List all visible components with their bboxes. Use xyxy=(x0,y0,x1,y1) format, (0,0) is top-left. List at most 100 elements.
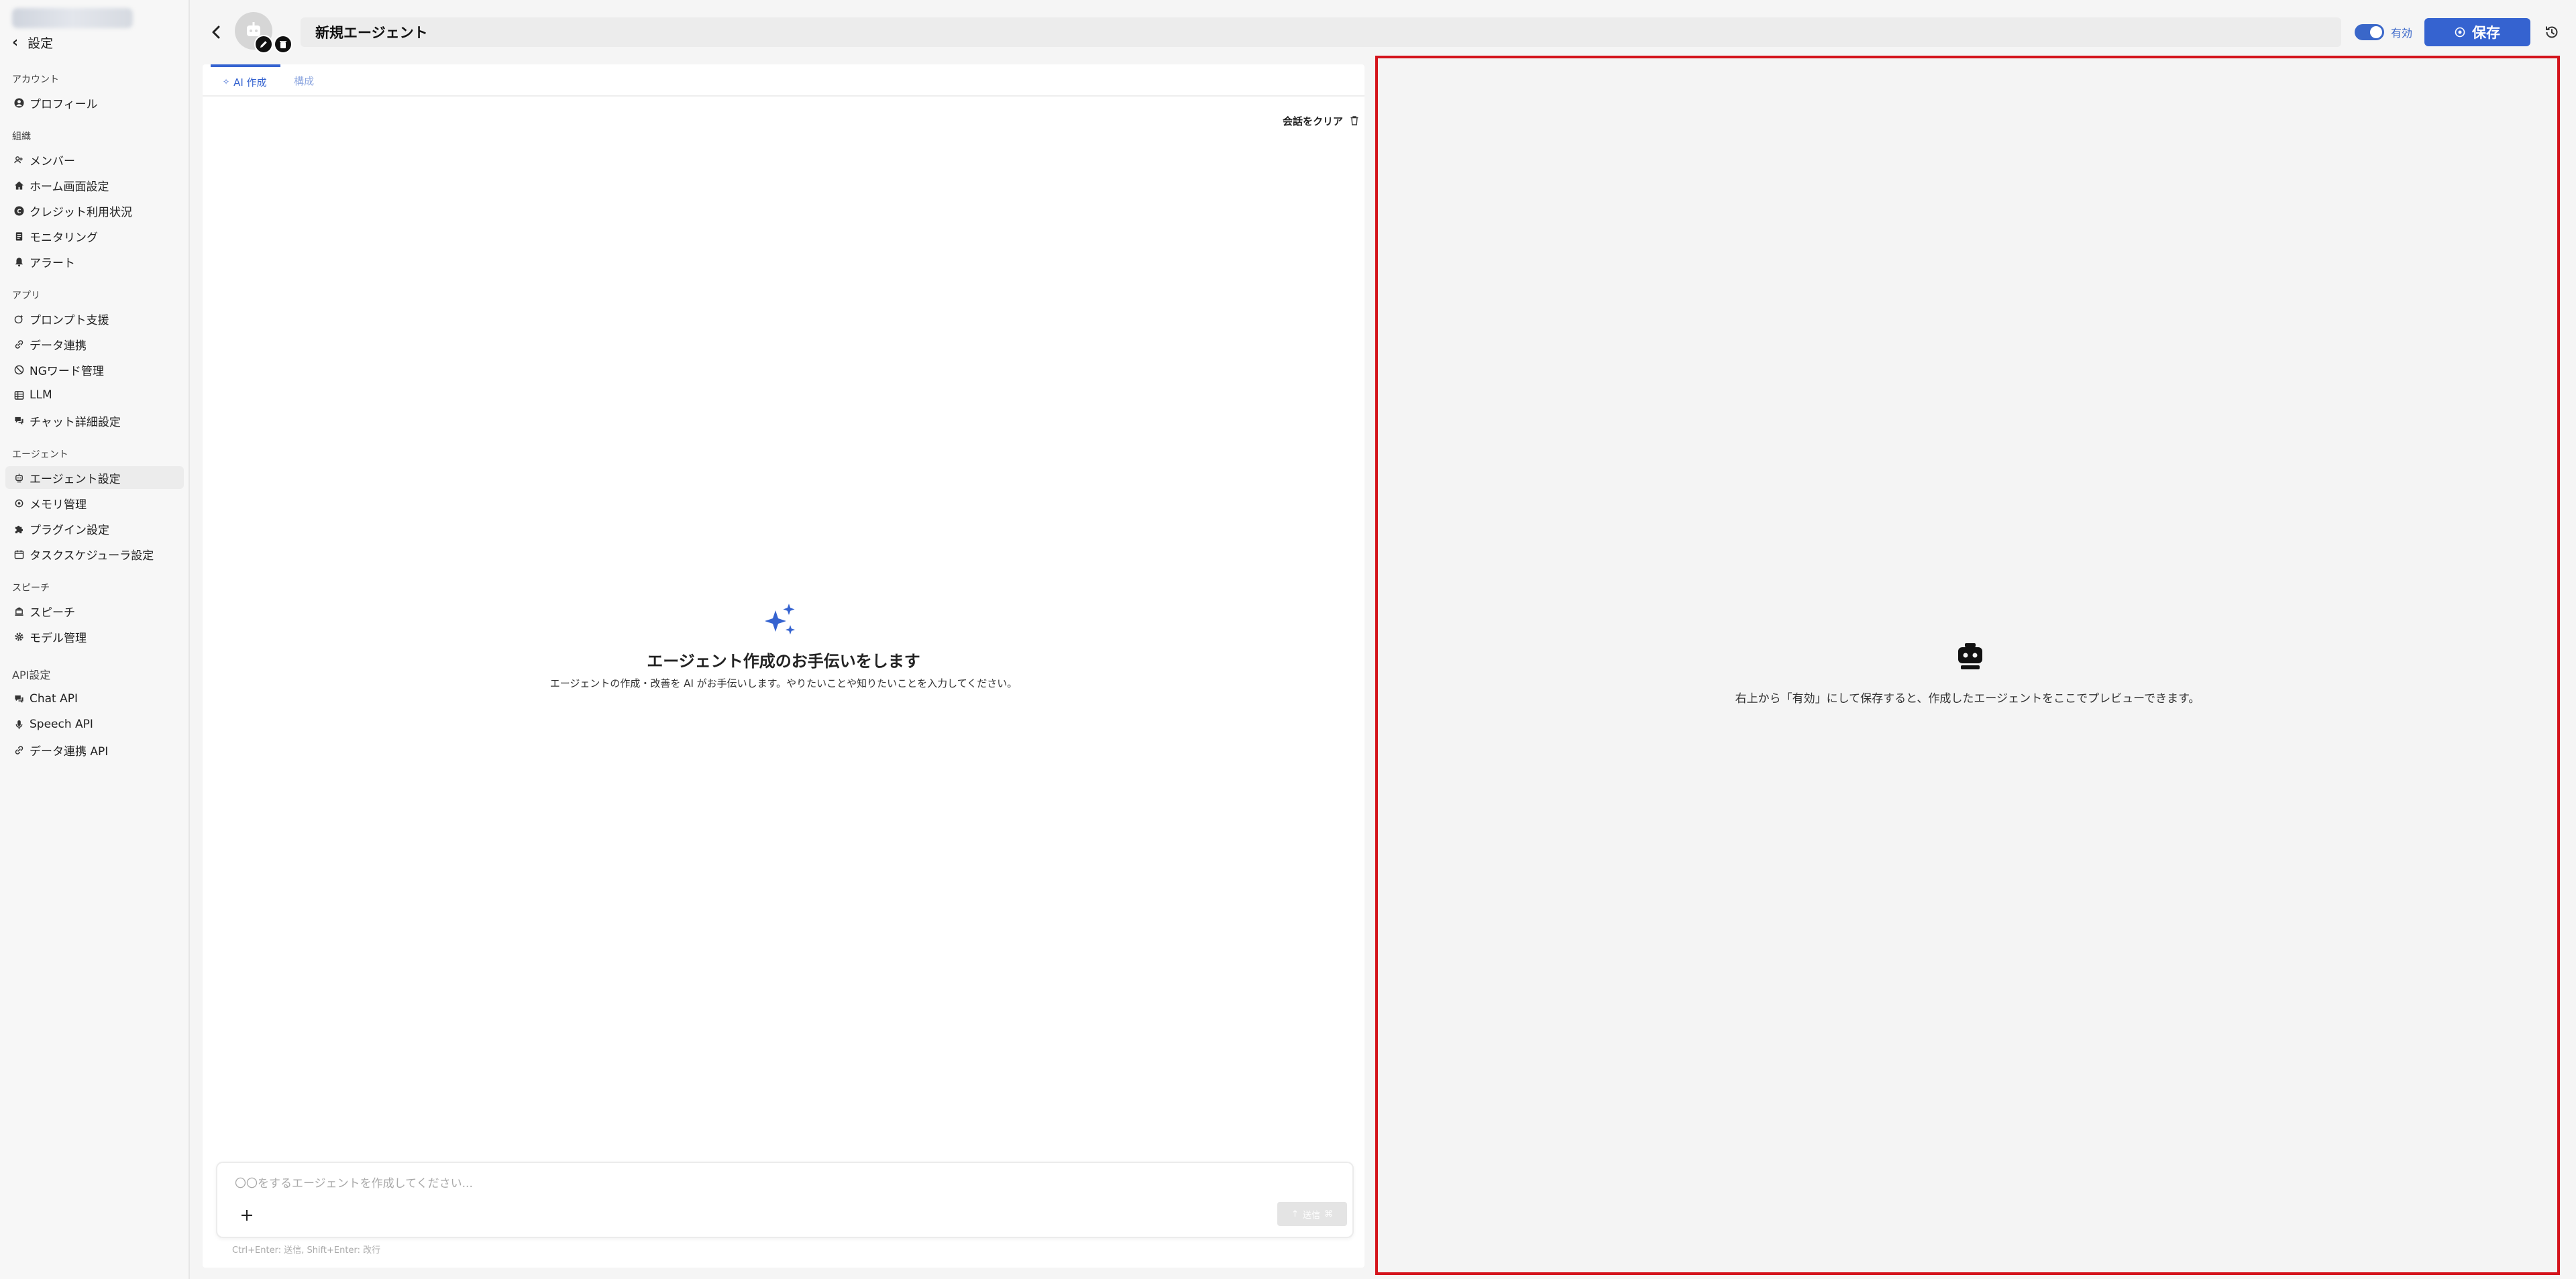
sidebar-item-chat-api[interactable]: Chat API xyxy=(5,687,184,710)
tab-ai-create[interactable]: ✧ AI 作成 xyxy=(211,64,280,97)
arrow-up-icon: ↑ xyxy=(1291,1209,1299,1219)
home-icon xyxy=(13,180,24,190)
section-api: API設定 xyxy=(12,669,51,681)
sidebar-item-data-link[interactable]: データ連携 xyxy=(5,333,184,355)
robot-icon xyxy=(13,472,24,483)
sidebar-item-label: LLM xyxy=(30,388,52,402)
sidebar-item-agent-settings[interactable]: エージェント設定 xyxy=(5,466,184,489)
keyboard-shortcut-icon: ⌘ xyxy=(1324,1209,1333,1219)
wand-sparkle-icon xyxy=(13,313,24,324)
chat-bubbles-icon xyxy=(13,415,24,426)
sidebar-item-credit-usage[interactable]: C クレジット利用状況 xyxy=(5,199,184,222)
trash-icon xyxy=(280,41,286,48)
section-app: アプリ xyxy=(12,290,40,301)
ai-create-panel: ✧ AI 作成 構成 会話をクリア エージェント作成のお手伝いをします エージェ… xyxy=(203,64,1364,1268)
sidebar-item-members[interactable]: メンバー xyxy=(5,148,184,171)
sidebar-item-label: Chat API xyxy=(30,692,78,706)
send-button[interactable]: ↑ 送信 ⌘ xyxy=(1277,1202,1347,1226)
user-circle-icon xyxy=(13,97,24,108)
preview-panel: 右上から「有効」にして保存すると、作成したエージェントをここでプレビューできます… xyxy=(1375,56,2560,1275)
history-icon xyxy=(2546,26,2558,38)
sidebar-item-model[interactable]: モデル管理 xyxy=(5,625,184,648)
settings-title: 設定 xyxy=(28,36,54,51)
sidebar-item-label: メンバー xyxy=(30,154,75,168)
sidebar-item-data-link-api[interactable]: データ連携 API xyxy=(5,738,184,761)
sidebar-item-ngword[interactable]: NGワード管理 xyxy=(5,358,184,381)
organization-name-blurred xyxy=(12,8,133,28)
section-agent: エージェント xyxy=(12,449,68,460)
sparkles-icon xyxy=(765,604,795,634)
link-icon xyxy=(13,339,24,349)
preview-empty-message: 右上から「有効」にして保存すると、作成したエージェントをここでプレビューできます… xyxy=(1735,692,2200,706)
chat-input[interactable] xyxy=(233,1174,1309,1194)
gear-icon xyxy=(13,631,24,642)
tab-label: AI 作成 xyxy=(233,76,267,89)
send-button-label: 送信 xyxy=(1302,1210,1320,1221)
chevron-left-icon: ‹ xyxy=(12,34,19,51)
sidebar: ‹ 設定 アカウント プロフィール 組織 メンバー ホーム画面設定 C クレジッ… xyxy=(0,0,190,1279)
sidebar-item-label: ホーム画面設定 xyxy=(30,180,109,194)
sidebar-item-label: データ連携 API xyxy=(30,744,109,759)
back-to-settings-link[interactable]: ‹ 設定 xyxy=(12,32,53,52)
sidebar-item-label: プロンプト支援 xyxy=(30,313,109,327)
sidebar-item-home-settings[interactable]: ホーム画面設定 xyxy=(5,174,184,197)
sidebar-item-speech-api[interactable]: Speech API xyxy=(5,713,184,736)
sidebar-item-label: モデル管理 xyxy=(30,631,87,645)
bell-icon xyxy=(13,256,24,267)
sidebar-item-alert[interactable]: アラート xyxy=(5,250,184,273)
section-account: アカウント xyxy=(12,74,59,85)
clear-conversation-label: 会話をクリア xyxy=(1283,115,1344,127)
document-icon xyxy=(13,231,24,241)
history-button[interactable] xyxy=(2541,21,2563,43)
sidebar-item-label: チャット詳細設定 xyxy=(30,415,121,429)
memory-chip-icon xyxy=(13,498,24,508)
trash-icon xyxy=(1350,116,1358,125)
avatar-edit-button[interactable] xyxy=(254,35,273,54)
back-button[interactable] xyxy=(207,20,225,44)
sidebar-item-plugin[interactable]: プラグイン設定 xyxy=(5,517,184,540)
attach-button[interactable] xyxy=(236,1205,258,1226)
tab-bar: ✧ AI 作成 構成 xyxy=(203,64,1364,97)
sidebar-item-label: データ連携 xyxy=(30,339,87,353)
section-organization: 組織 xyxy=(12,131,31,142)
clear-conversation-button[interactable]: 会話をクリア xyxy=(1283,113,1359,129)
sidebar-item-speech[interactable]: スピーチ xyxy=(5,600,184,622)
tab-config[interactable]: 構成 xyxy=(294,64,314,97)
sidebar-item-label: プラグイン設定 xyxy=(30,523,109,537)
sidebar-item-label: モニタリング xyxy=(30,231,98,245)
agent-name-input[interactable] xyxy=(301,17,2341,47)
enable-toggle[interactable]: 有効 xyxy=(2355,23,2412,42)
sidebar-item-chat-detail[interactable]: チャット詳細設定 xyxy=(5,409,184,432)
credit-coin-icon: C xyxy=(13,205,24,216)
avatar-delete-button[interactable] xyxy=(274,35,292,54)
sidebar-item-memory[interactable]: メモリ管理 xyxy=(5,492,184,514)
sidebar-item-label: Speech API xyxy=(30,718,93,731)
tab-label: 構成 xyxy=(294,74,315,87)
users-icon xyxy=(13,154,24,165)
sidebar-item-label: クレジット利用状況 xyxy=(30,205,132,219)
plus-icon xyxy=(241,1210,252,1221)
chevron-left-icon xyxy=(212,25,220,39)
sidebar-item-label: エージェント設定 xyxy=(30,472,121,486)
save-button-label: 保存 xyxy=(2472,25,2500,41)
toggle-switch[interactable] xyxy=(2355,24,2384,40)
robot-icon xyxy=(1958,643,1982,669)
sidebar-item-prompt-support[interactable]: プロンプト支援 xyxy=(5,307,184,330)
sidebar-item-label: NGワード管理 xyxy=(30,364,104,378)
save-circle-icon xyxy=(2455,27,2465,38)
sidebar-item-llm[interactable]: LLM xyxy=(5,384,184,406)
sidebar-item-monitoring[interactable]: モニタリング xyxy=(5,225,184,247)
grid-box-icon xyxy=(13,390,24,400)
sidebar-item-profile[interactable]: プロフィール xyxy=(5,91,184,114)
sidebar-item-task-scheduler[interactable]: タスクスケジューラ設定 xyxy=(5,543,184,565)
keyboard-hint: Ctrl+Enter: 送信, Shift+Enter: 改行 xyxy=(232,1245,381,1256)
microphone-icon xyxy=(13,719,24,730)
assist-title: エージェント作成のお手伝いをします xyxy=(647,652,920,671)
sidebar-item-label: タスクスケジューラ設定 xyxy=(30,549,154,563)
sidebar-item-label: メモリ管理 xyxy=(30,498,87,512)
save-button[interactable]: 保存 xyxy=(2424,18,2530,46)
calendar-icon xyxy=(13,549,24,559)
sidebar-item-label: プロフィール xyxy=(30,97,98,111)
toggle-label: 有効 xyxy=(2391,27,2413,40)
sidebar-item-label: アラート xyxy=(30,256,75,270)
